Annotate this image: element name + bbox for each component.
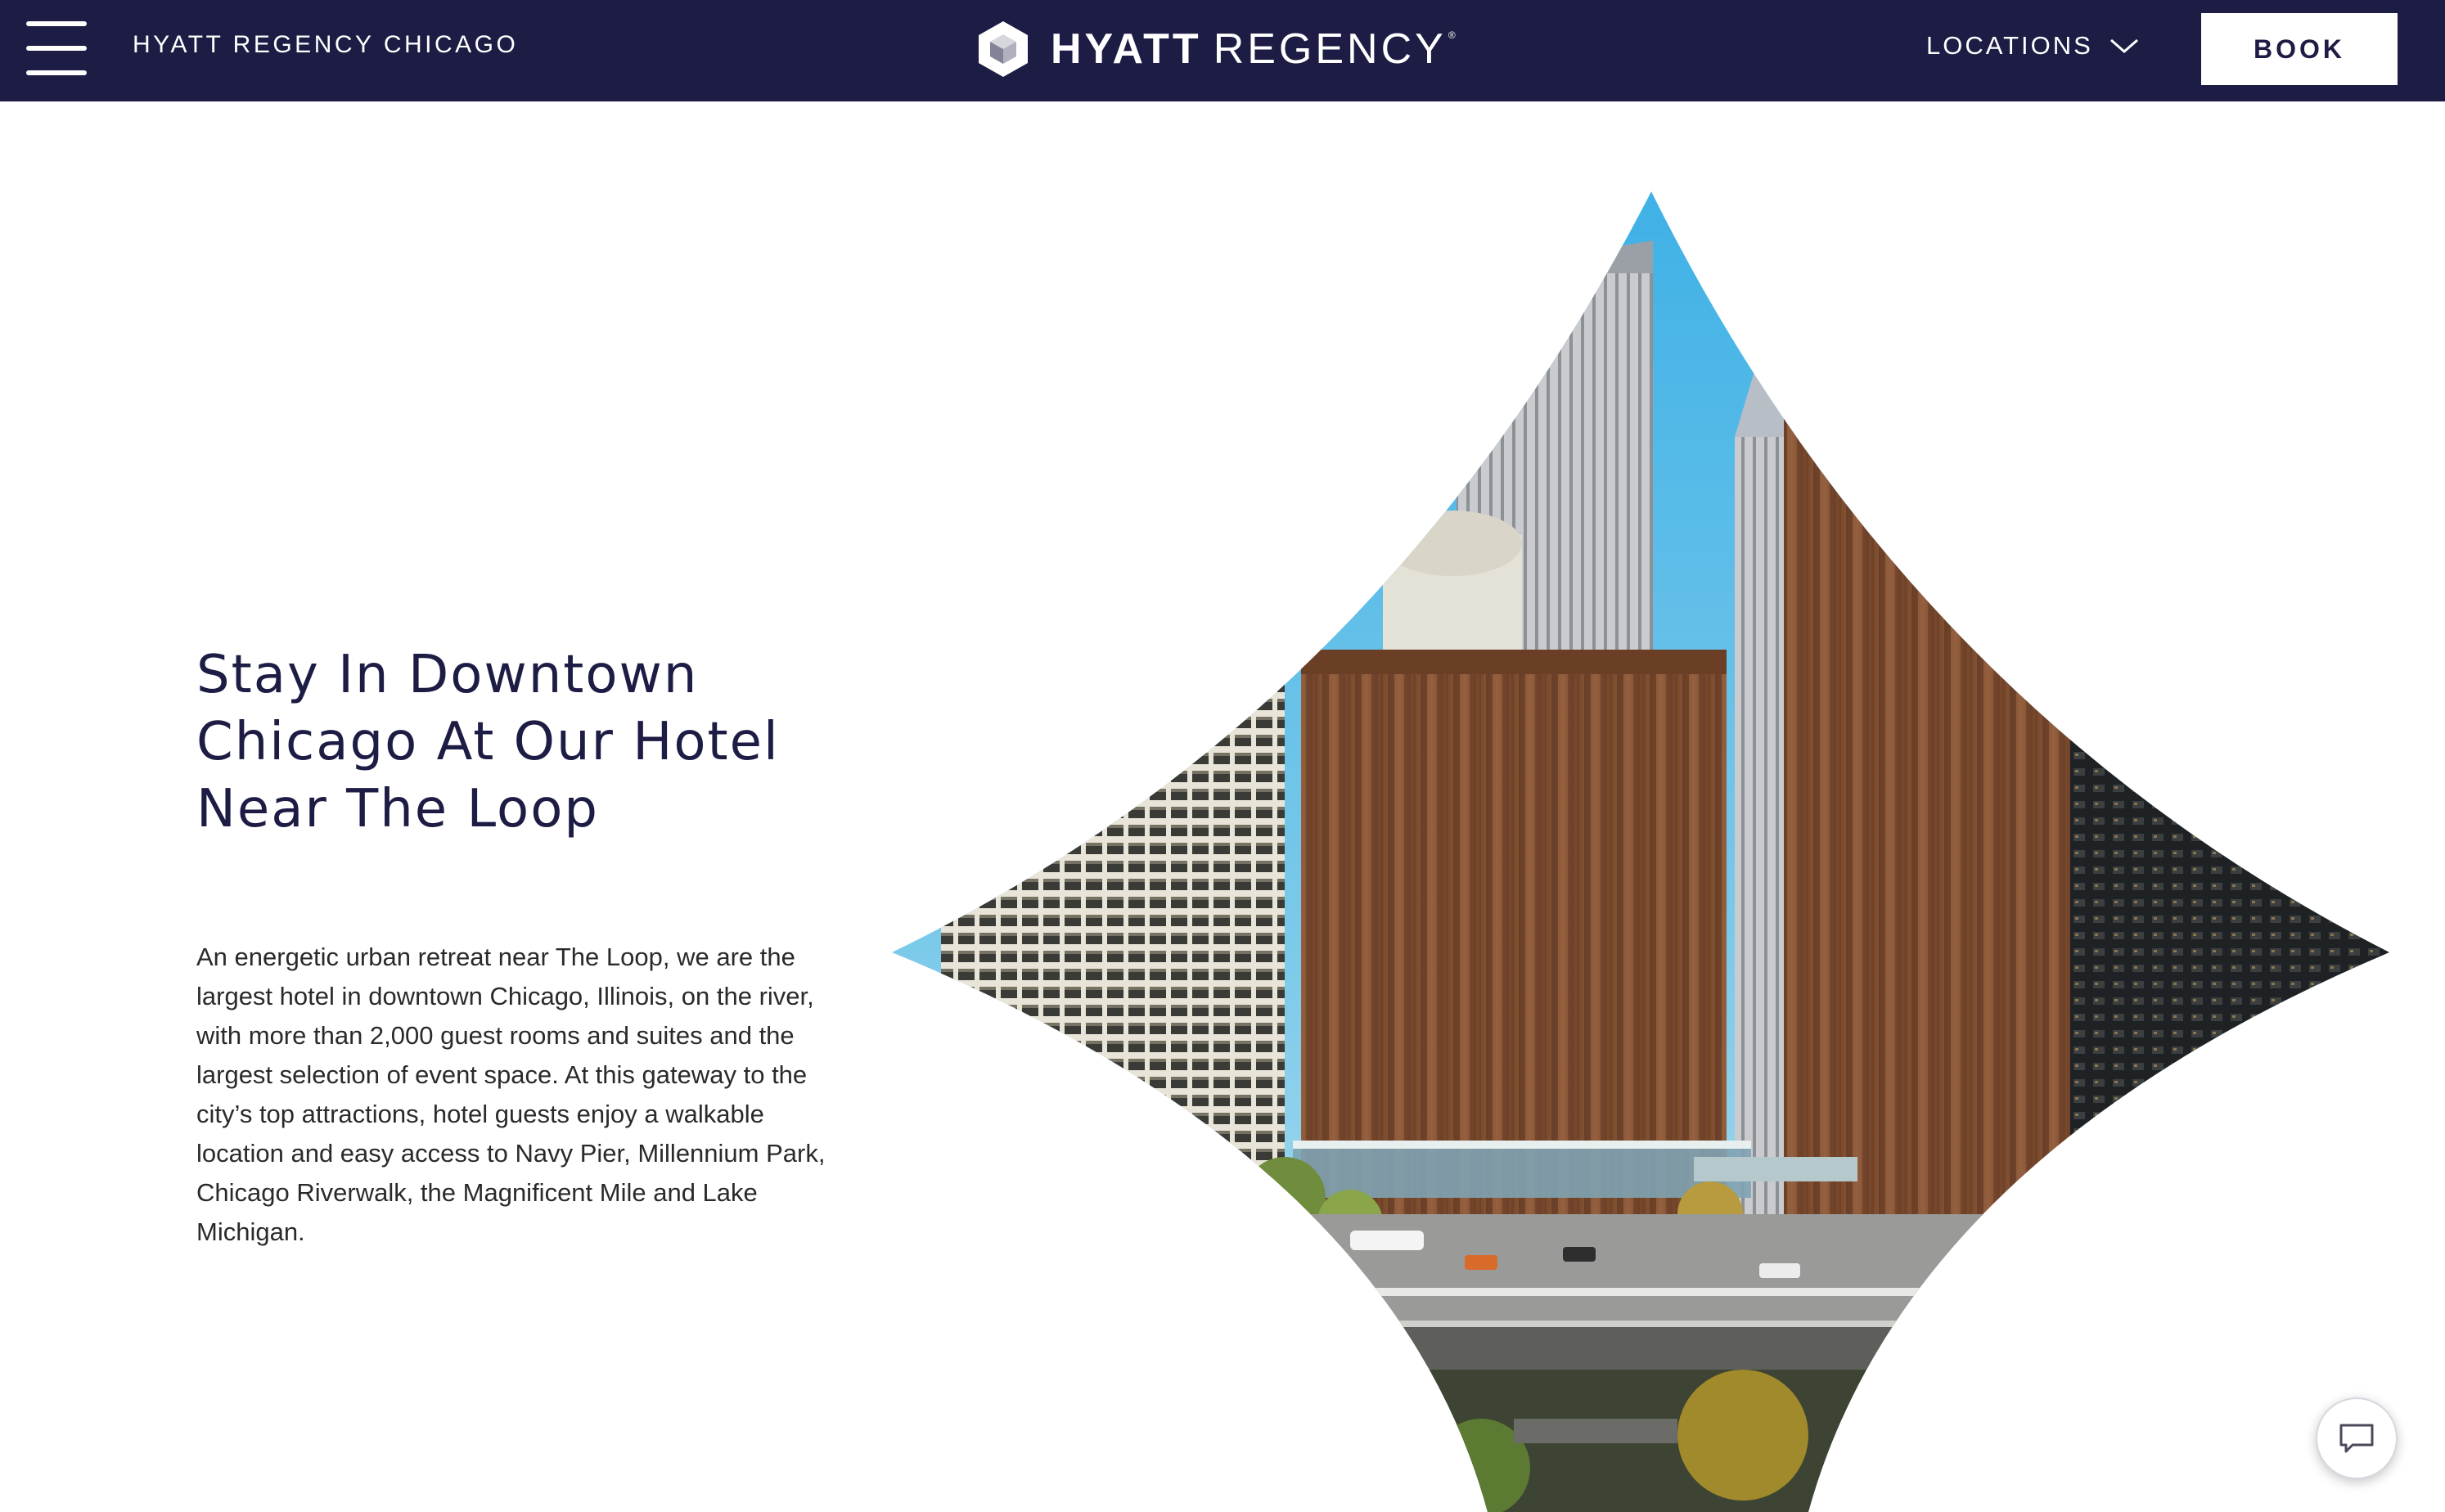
headline-line-2: Chicago At Our Hotel xyxy=(196,712,780,772)
chat-bubble-icon xyxy=(2339,1424,2374,1453)
chevron-down-icon xyxy=(2110,38,2138,53)
hyatt-regency-logo[interactable]: HYATT REGENCY ® xyxy=(975,18,1459,80)
registered-mark: ® xyxy=(1448,29,1459,41)
locations-dropdown[interactable]: LOCATIONS xyxy=(1926,31,2139,61)
locations-label: LOCATIONS xyxy=(1926,31,2093,60)
headline-line-3: Near The Loop xyxy=(196,779,599,839)
hero-city-image xyxy=(892,191,2389,1512)
intro-paragraph: An energetic urban retreat near The Loop… xyxy=(196,943,826,1246)
brand-primary: HYATT xyxy=(1051,25,1202,73)
hamburger-menu-icon[interactable] xyxy=(26,21,87,75)
chat-button[interactable] xyxy=(2316,1397,2398,1479)
brand-wordmark: HYATT REGENCY ® xyxy=(1051,25,1459,74)
hotel-name-link[interactable]: HYATT REGENCY CHICAGO xyxy=(133,31,518,59)
top-navigation-bar: HYATT REGENCY CHICAGO HYATT REGENCY ® LOCA… xyxy=(0,0,2445,101)
page-headline: Stay In Downtown Chicago At Our Hotel Ne… xyxy=(196,641,851,843)
hyatt-logo-icon xyxy=(979,21,1028,77)
brand-secondary: REGENCY xyxy=(1213,25,1447,73)
book-button[interactable]: BOOK xyxy=(2201,13,2398,85)
headline-line-1: Stay In Downtown xyxy=(196,645,699,705)
